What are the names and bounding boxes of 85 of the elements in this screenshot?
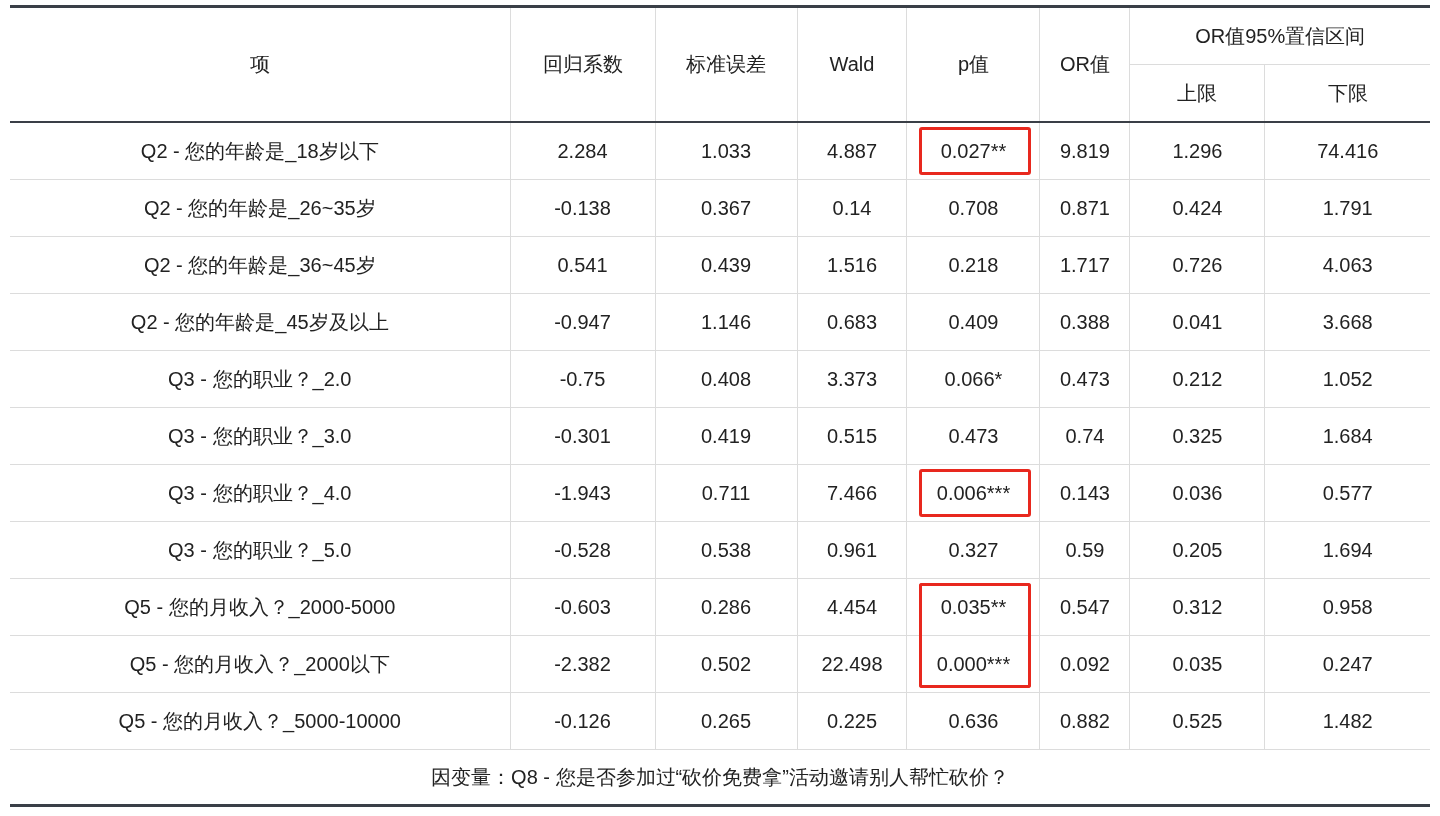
table-cell: 0.538 bbox=[655, 521, 797, 579]
table-cell: 0.882 bbox=[1039, 692, 1130, 750]
table-cell: 9.819 bbox=[1039, 122, 1130, 180]
table-cell: 0.547 bbox=[1039, 578, 1130, 636]
table-cell: 0.027** bbox=[907, 122, 1040, 180]
table-cell: 0.143 bbox=[1039, 464, 1130, 522]
table-cell: 0.367 bbox=[655, 179, 797, 237]
table-cell: Q5 - 您的月收入？_2000以下 bbox=[10, 635, 510, 693]
table-cell: 0.325 bbox=[1129, 407, 1265, 465]
table-cell: -0.126 bbox=[510, 692, 655, 750]
table-cell: 1.296 bbox=[1129, 122, 1265, 180]
table-cell: Q5 - 您的月收入？_5000-10000 bbox=[10, 692, 510, 750]
table-cell: 0.409 bbox=[907, 293, 1040, 351]
table-cell: Q2 - 您的年龄是_45岁及以上 bbox=[10, 293, 510, 351]
table-cell: Q3 - 您的职业？_2.0 bbox=[10, 350, 510, 408]
table-cell: 0.092 bbox=[1039, 635, 1130, 693]
column-header: Wald bbox=[797, 6, 907, 122]
table-cell: 4.454 bbox=[797, 578, 907, 636]
table-cell: -2.382 bbox=[510, 635, 655, 693]
table-cell: 0.636 bbox=[907, 692, 1040, 750]
column-header: p值 bbox=[907, 6, 1040, 122]
table-cell: 22.498 bbox=[797, 635, 907, 693]
table-cell: -0.301 bbox=[510, 407, 655, 465]
column-header: 回归系数 bbox=[510, 6, 655, 122]
table-cell: 1.146 bbox=[655, 293, 797, 351]
table-cell: 0.74 bbox=[1039, 407, 1130, 465]
table-cell: 0.525 bbox=[1129, 692, 1265, 750]
table-cell: 0.035** bbox=[907, 578, 1040, 636]
table-cell: 0.327 bbox=[907, 521, 1040, 579]
table-cell: Q5 - 您的月收入？_2000-5000 bbox=[10, 578, 510, 636]
table-cell: 0.218 bbox=[907, 236, 1040, 294]
table-cell: 0.961 bbox=[797, 521, 907, 579]
table-cell: 3.373 bbox=[797, 350, 907, 408]
table-cell: 1.516 bbox=[797, 236, 907, 294]
table-cell: 0.066* bbox=[907, 350, 1040, 408]
column-header: 标准误差 bbox=[655, 6, 797, 122]
table-cell: 0.726 bbox=[1129, 236, 1265, 294]
column-header: 项 bbox=[10, 6, 510, 122]
table-cell: -0.138 bbox=[510, 179, 655, 237]
table-cell: 0.59 bbox=[1039, 521, 1130, 579]
table-cell: 0.708 bbox=[907, 179, 1040, 237]
table-cell: 0.439 bbox=[655, 236, 797, 294]
table-cell: Q2 - 您的年龄是_36~45岁 bbox=[10, 236, 510, 294]
table-cell: -0.603 bbox=[510, 578, 655, 636]
table-cell: 0.388 bbox=[1039, 293, 1130, 351]
table-cell: -0.947 bbox=[510, 293, 655, 351]
table-cell: -0.528 bbox=[510, 521, 655, 579]
table-cell: 0.286 bbox=[655, 578, 797, 636]
table-cell: 0.14 bbox=[797, 179, 907, 237]
table-cell: Q3 - 您的职业？_3.0 bbox=[10, 407, 510, 465]
table-cell: 0.006*** bbox=[907, 464, 1040, 522]
table-cell: 1.717 bbox=[1039, 236, 1130, 294]
table-cell: 7.466 bbox=[797, 464, 907, 522]
column-header: 上限 bbox=[1129, 64, 1265, 122]
table-footnote: 因变量：Q8 - 您是否参加过“砍价免费拿”活动邀请别人帮忙砍价？ bbox=[10, 749, 1430, 806]
table-cell: 0.041 bbox=[1129, 293, 1265, 351]
table-cell: 0.212 bbox=[1129, 350, 1265, 408]
table-cell: 0.408 bbox=[655, 350, 797, 408]
table-cell: 0.473 bbox=[907, 407, 1040, 465]
table-cell: 0.473 bbox=[1039, 350, 1130, 408]
table-cell: 2.284 bbox=[510, 122, 655, 180]
table-cell: 0.515 bbox=[797, 407, 907, 465]
table-cell: 0.424 bbox=[1129, 179, 1265, 237]
table-cell: 0.419 bbox=[655, 407, 797, 465]
table-cell: Q2 - 您的年龄是_26~35岁 bbox=[10, 179, 510, 237]
table-cell: 0.205 bbox=[1129, 521, 1265, 579]
table-cell: 0.036 bbox=[1129, 464, 1265, 522]
table-cell: 0.871 bbox=[1039, 179, 1130, 237]
table-cell: 0.000*** bbox=[907, 635, 1040, 693]
table-cell: Q2 - 您的年龄是_18岁以下 bbox=[10, 122, 510, 180]
table-cell: 0.265 bbox=[655, 692, 797, 750]
column-header: OR值 bbox=[1039, 6, 1130, 122]
table-cell: 0.502 bbox=[655, 635, 797, 693]
table-cell: Q3 - 您的职业？_4.0 bbox=[10, 464, 510, 522]
table-cell: 0.035 bbox=[1129, 635, 1265, 693]
table-cell: 0.683 bbox=[797, 293, 907, 351]
table-cell: 0.225 bbox=[797, 692, 907, 750]
table-cell: 1.033 bbox=[655, 122, 797, 180]
table-cell: -1.943 bbox=[510, 464, 655, 522]
table-cell: Q3 - 您的职业？_5.0 bbox=[10, 521, 510, 579]
table-cell: 0.711 bbox=[655, 464, 797, 522]
table-cell: 0.312 bbox=[1129, 578, 1265, 636]
table-cell: 4.887 bbox=[797, 122, 907, 180]
table-cell: -0.75 bbox=[510, 350, 655, 408]
table-cell: 0.541 bbox=[510, 236, 655, 294]
